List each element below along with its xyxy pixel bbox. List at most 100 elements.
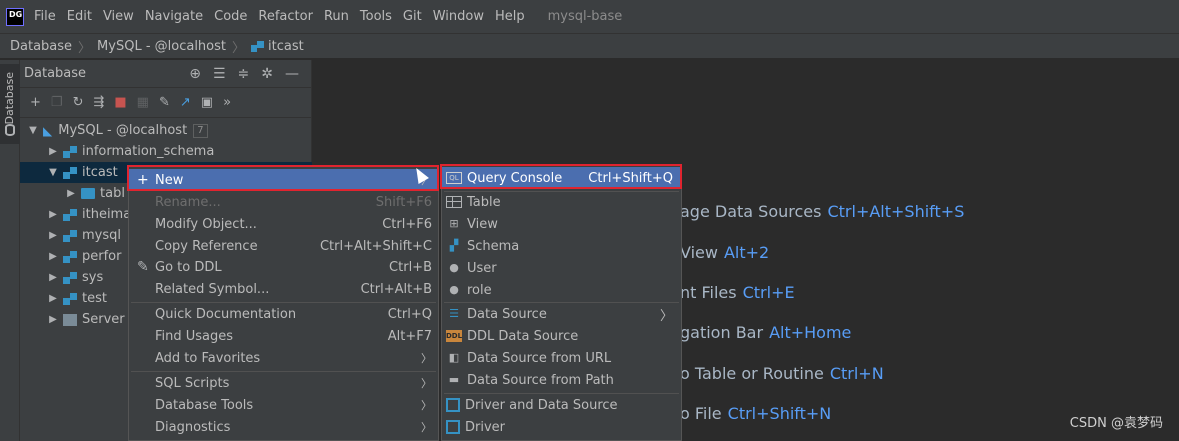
project-name: mysql-base xyxy=(547,9,623,24)
menu-item-copy-reference[interactable]: Copy Reference Ctrl+Alt+Shift+C xyxy=(129,235,438,257)
hint-navigation-bar: gation Bar Alt+Home xyxy=(680,323,852,342)
chevron-right-icon[interactable]: ▶ xyxy=(46,251,60,262)
new-submenu: QL Query Console Ctrl+Shift+Q Table ⊞ Vi… xyxy=(441,164,682,441)
chevron-right-icon[interactable]: ▶ xyxy=(46,293,60,304)
menu-code[interactable]: Code xyxy=(214,9,247,24)
chevron-right-icon[interactable]: ▶ xyxy=(46,146,60,157)
panel-title: Database xyxy=(24,66,87,81)
submenu-arrow-icon: 〉 xyxy=(659,308,673,324)
expand-all-icon[interactable]: ☰ xyxy=(213,66,226,82)
menu-item-rename[interactable]: Rename... Shift+F6 xyxy=(129,191,438,213)
table-icon[interactable]: ▦ xyxy=(137,95,149,110)
tree-row-connection[interactable]: ▼ ◣ MySQL - @localhost 7 xyxy=(20,120,312,141)
driver-icon xyxy=(446,420,460,434)
chevron-right-icon[interactable]: ▶ xyxy=(64,188,78,199)
tree-label: tabl xyxy=(100,186,125,201)
panel-toolbar: + ❐ ↻ ⇶ ■ ▦ ✎ ↗ ▣ » xyxy=(20,88,311,118)
schema-icon xyxy=(63,292,77,305)
gear-icon[interactable]: ✲ xyxy=(261,66,273,82)
folder-icon xyxy=(81,188,95,199)
submenu-item-data-source-from-url[interactable]: ◧ Data Source from URL xyxy=(442,347,681,369)
stop-icon[interactable]: ■ xyxy=(114,95,126,110)
hint-go-to-file: o File Ctrl+Shift+N xyxy=(680,404,832,423)
submenu-item-user[interactable]: ● User xyxy=(442,257,681,279)
refresh-icon[interactable]: ↻ xyxy=(73,95,84,110)
more-icon[interactable]: » xyxy=(223,95,231,110)
menu-item-add-to-favorites[interactable]: Add to Favorites 〉 xyxy=(129,347,438,369)
schema-icon xyxy=(63,271,77,284)
menu-edit[interactable]: Edit xyxy=(67,9,92,24)
view-icon: ⊞ xyxy=(449,217,459,230)
schema-icon xyxy=(63,229,77,242)
add-icon[interactable]: + xyxy=(30,95,41,110)
submenu-item-schema[interactable]: ▞ Schema xyxy=(442,235,681,257)
submenu-item-ddl-data-source[interactable]: DDL DDL Data Source xyxy=(442,325,681,347)
driver-icon xyxy=(446,398,460,412)
folder-icon: ▬ xyxy=(448,373,460,386)
chevron-right-icon[interactable]: ▶ xyxy=(46,314,60,325)
menu-item-new[interactable]: + New 〉 xyxy=(129,169,438,191)
chevron-down-icon[interactable]: ▼ xyxy=(46,167,60,178)
submenu-item-data-source-from-path[interactable]: ▬ Data Source from Path xyxy=(442,369,681,391)
crosshair-icon[interactable]: ⊕ xyxy=(189,66,201,82)
menu-git[interactable]: Git xyxy=(403,9,422,24)
submenu-item-table[interactable]: Table xyxy=(442,191,681,213)
menu-navigate[interactable]: Navigate xyxy=(145,9,203,24)
menu-window[interactable]: Window xyxy=(433,9,484,24)
hint-recent-files: nt Files Ctrl+E xyxy=(680,283,795,302)
sync-icon[interactable]: ⇶ xyxy=(93,95,104,110)
submenu-item-driver-and-data-source[interactable]: Driver and Data Source xyxy=(442,394,681,416)
menu-help[interactable]: Help xyxy=(495,9,525,24)
chevron-down-icon[interactable]: ▼ xyxy=(26,125,40,136)
tree-label: MySQL - @localhost xyxy=(58,123,188,138)
mysql-icon: ◣ xyxy=(43,123,53,138)
breadcrumb-schema[interactable]: itcast xyxy=(268,39,304,54)
copy-icon[interactable]: ❐ xyxy=(51,95,63,110)
schema-icon: ▞ xyxy=(449,239,459,252)
hint-database-view: View Alt+2 xyxy=(680,243,770,262)
menu-item-modify-object[interactable]: Modify Object... Ctrl+F6 xyxy=(129,213,438,235)
schema-icon xyxy=(63,166,77,179)
tree-row[interactable]: ▶ information_schema xyxy=(20,141,312,162)
console-icon[interactable]: ▣ xyxy=(201,95,213,110)
tree-label: mysql xyxy=(82,228,121,243)
minimize-icon[interactable]: — xyxy=(285,66,299,82)
query-console-icon: QL xyxy=(446,172,462,184)
menu-item-diagnostics[interactable]: Diagnostics 〉 xyxy=(129,416,438,438)
chevron-right-icon[interactable]: ▶ xyxy=(46,272,60,283)
submenu-arrow-icon: 〉 xyxy=(421,377,432,390)
menu-view[interactable]: View xyxy=(103,9,134,24)
collapse-all-icon[interactable]: ≑ xyxy=(238,66,250,82)
submenu-item-role[interactable]: ● role xyxy=(442,279,681,301)
tree-label: Server xyxy=(82,312,125,327)
pencil-icon: ✎ xyxy=(137,259,149,275)
menu-item-database-tools[interactable]: Database Tools 〉 xyxy=(129,394,438,416)
menu-item-related-symbol[interactable]: Related Symbol... Ctrl+Alt+B xyxy=(129,278,438,300)
menu-run[interactable]: Run xyxy=(324,9,349,24)
submenu-item-view[interactable]: ⊞ View xyxy=(442,213,681,235)
menu-item-sql-scripts[interactable]: SQL Scripts 〉 xyxy=(129,372,438,394)
submenu-item-driver[interactable]: Driver xyxy=(442,416,681,438)
submenu-item-query-console[interactable]: QL Query Console Ctrl+Shift+Q xyxy=(442,167,681,189)
submenu-item-data-source[interactable]: ☰ Data Source 〉 xyxy=(442,303,681,325)
breadcrumb-database[interactable]: Database xyxy=(10,39,72,54)
hint-manage-data-sources: age Data Sources Ctrl+Alt+Shift+S xyxy=(680,202,965,221)
jump-icon[interactable]: ↗ xyxy=(180,95,191,110)
menu-item-go-to-ddl[interactable]: ✎ Go to DDL Ctrl+B xyxy=(129,256,438,278)
panel-header: Database ⊕ ☰ ≑ ✲ — xyxy=(20,60,311,88)
schema-icon xyxy=(63,145,77,158)
menu-refactor[interactable]: Refactor xyxy=(258,9,313,24)
breadcrumb-connection[interactable]: MySQL - @localhost xyxy=(97,39,226,54)
chevron-right-icon[interactable]: ▶ xyxy=(46,209,60,220)
app-logo-icon: DG xyxy=(6,7,24,26)
menu-file[interactable]: File xyxy=(34,9,56,24)
edit-icon[interactable]: ✎ xyxy=(159,95,170,110)
watermark: CSDN @袁梦码 xyxy=(1069,416,1163,431)
menu-item-find-usages[interactable]: Find Usages Alt+F7 xyxy=(129,325,438,347)
breadcrumb-separator-icon: 〉 xyxy=(232,40,246,56)
menu-tools[interactable]: Tools xyxy=(360,9,392,24)
menu-item-quick-documentation[interactable]: Quick Documentation Ctrl+Q xyxy=(129,303,438,325)
count-badge: 7 xyxy=(193,123,208,138)
chevron-right-icon[interactable]: ▶ xyxy=(46,230,60,241)
tree-label: itcast xyxy=(82,165,118,180)
